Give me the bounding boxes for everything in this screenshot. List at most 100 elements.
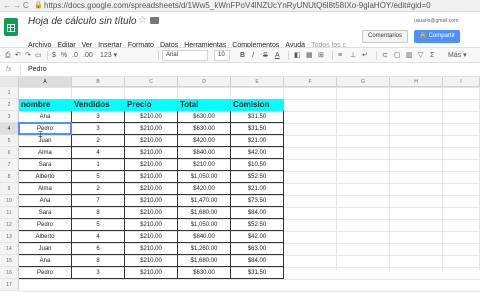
table-cell[interactable]: $210.00: [125, 183, 178, 195]
table-cell[interactable]: 7: [72, 195, 125, 207]
table-cell[interactable]: $31.50: [231, 123, 284, 135]
table-cell[interactable]: $840.00: [178, 231, 231, 243]
table-header-cell[interactable]: Vendidos: [72, 99, 125, 111]
column-header-g[interactable]: G: [337, 77, 390, 87]
share-button[interactable]: 🔒 Compartir: [414, 30, 460, 43]
table-cell[interactable]: 6: [72, 243, 125, 255]
table-cell[interactable]: $1,470.00: [178, 195, 231, 207]
table-cell[interactable]: Ana: [19, 255, 72, 267]
row-header-4[interactable]: 4: [0, 123, 19, 135]
table-cell[interactable]: $52.50: [231, 219, 284, 231]
number-format-dropdown[interactable]: 123 ▾: [100, 50, 117, 61]
table-header-cell[interactable]: Precio: [125, 99, 178, 111]
italic-button[interactable]: I: [252, 50, 254, 61]
column-header-h[interactable]: H: [390, 77, 443, 87]
table-cell[interactable]: $210.00: [125, 255, 178, 267]
row-header-6[interactable]: 6: [0, 147, 19, 159]
column-header-c[interactable]: C: [125, 77, 178, 87]
forward-icon[interactable]: →: [13, 1, 21, 11]
row-header-1[interactable]: 1: [0, 87, 19, 99]
table-cell[interactable]: $210.00: [125, 135, 178, 147]
table-cell[interactable]: Sara: [19, 159, 72, 171]
table-cell[interactable]: Sara: [19, 207, 72, 219]
table-cell[interactable]: $630.00: [178, 111, 231, 123]
paint-format-icon[interactable]: ▭: [35, 50, 42, 61]
table-cell[interactable]: $42.00: [231, 231, 284, 243]
star-icon[interactable]: ☆: [138, 15, 147, 27]
percent-button[interactable]: %: [61, 50, 67, 61]
table-cell[interactable]: $210.00: [178, 159, 231, 171]
undo-icon[interactable]: ↶: [15, 50, 21, 61]
table-cell[interactable]: 2: [72, 183, 125, 195]
formula-input[interactable]: Pedro: [28, 65, 47, 75]
column-header-a[interactable]: A: [19, 77, 72, 87]
table-cell[interactable]: $73.50: [231, 195, 284, 207]
table-cell[interactable]: Juan: [19, 243, 72, 255]
table-cell[interactable]: $210.00: [125, 159, 178, 171]
row-header-13[interactable]: 13: [0, 231, 19, 243]
row-header-11[interactable]: 11: [0, 207, 19, 219]
print-icon[interactable]: ⎙: [5, 50, 11, 61]
table-cell[interactable]: 5: [72, 171, 125, 183]
wrap-icon[interactable]: ↵: [362, 50, 368, 61]
table-cell[interactable]: $210.00: [125, 207, 178, 219]
table-cell[interactable]: $52.50: [231, 171, 284, 183]
table-cell[interactable]: 3: [72, 111, 125, 123]
table-cell[interactable]: $21.00: [231, 183, 284, 195]
row-header-9[interactable]: 9: [0, 183, 19, 195]
table-cell[interactable]: Pedro: [19, 123, 72, 135]
row-header-14[interactable]: 14: [0, 243, 19, 255]
table-cell[interactable]: $630.00: [178, 123, 231, 135]
table-cell[interactable]: 4: [72, 231, 125, 243]
table-cell[interactable]: $1,050.00: [178, 219, 231, 231]
row-header-8[interactable]: 8: [0, 171, 19, 183]
table-header-cell[interactable]: Total: [178, 99, 231, 111]
row-header-2[interactable]: 2: [0, 99, 19, 111]
table-cell[interactable]: $21.00: [231, 135, 284, 147]
table-cell[interactable]: 8: [72, 255, 125, 267]
chart-icon[interactable]: ▥: [406, 50, 413, 61]
column-header-i[interactable]: I: [443, 77, 480, 87]
table-cell[interactable]: $210.00: [125, 171, 178, 183]
table-cell[interactable]: $210.00: [125, 267, 178, 279]
table-cell[interactable]: 5: [72, 219, 125, 231]
table-cell[interactable]: 3: [72, 267, 125, 279]
row-header-7[interactable]: 7: [0, 159, 19, 171]
document-title[interactable]: Hoja de cálculo sin título: [28, 16, 136, 28]
folder-icon[interactable]: [150, 17, 159, 24]
back-icon[interactable]: ←: [3, 1, 11, 11]
table-cell[interactable]: $420.00: [178, 183, 231, 195]
table-cell[interactable]: $210.00: [125, 123, 178, 135]
table-cell[interactable]: $31.50: [231, 111, 284, 123]
table-cell[interactable]: Pedro: [19, 267, 72, 279]
table-cell[interactable]: 8: [72, 207, 125, 219]
redo-icon[interactable]: ↷: [25, 50, 31, 61]
row-header-10[interactable]: 10: [0, 195, 19, 207]
merge-icon[interactable]: ⊞: [318, 50, 324, 61]
fill-color-icon[interactable]: ◧: [294, 50, 301, 61]
table-cell[interactable]: 1: [72, 159, 125, 171]
table-cell[interactable]: $210.00: [125, 147, 178, 159]
column-header-e[interactable]: E: [231, 77, 284, 87]
font-family-dropdown[interactable]: Arial: [162, 50, 208, 61]
table-cell[interactable]: Ana: [19, 195, 72, 207]
row-header-15[interactable]: 15: [0, 255, 19, 267]
table-cell[interactable]: Ana: [19, 111, 72, 123]
font-size-dropdown[interactable]: 10: [214, 50, 230, 61]
align-icon[interactable]: ≡: [338, 50, 342, 61]
select-all-corner[interactable]: [0, 77, 19, 87]
table-cell[interactable]: Alma: [19, 183, 72, 195]
row-header-17[interactable]: 17: [0, 279, 19, 291]
comment-icon[interactable]: ▢: [394, 50, 401, 61]
column-header-d[interactable]: D: [178, 77, 231, 87]
column-header-b[interactable]: B: [72, 77, 125, 87]
table-cell[interactable]: 2: [72, 135, 125, 147]
currency-button[interactable]: $: [52, 50, 56, 61]
table-cell[interactable]: Alberto: [19, 231, 72, 243]
table-cell[interactable]: $1,680.00: [178, 255, 231, 267]
row-header-5[interactable]: 5: [0, 135, 19, 147]
table-cell[interactable]: $420.00: [178, 135, 231, 147]
table-header-cell[interactable]: nombre: [19, 99, 72, 111]
column-header-f[interactable]: F: [284, 77, 337, 87]
comments-button[interactable]: Comentarios: [362, 30, 408, 43]
